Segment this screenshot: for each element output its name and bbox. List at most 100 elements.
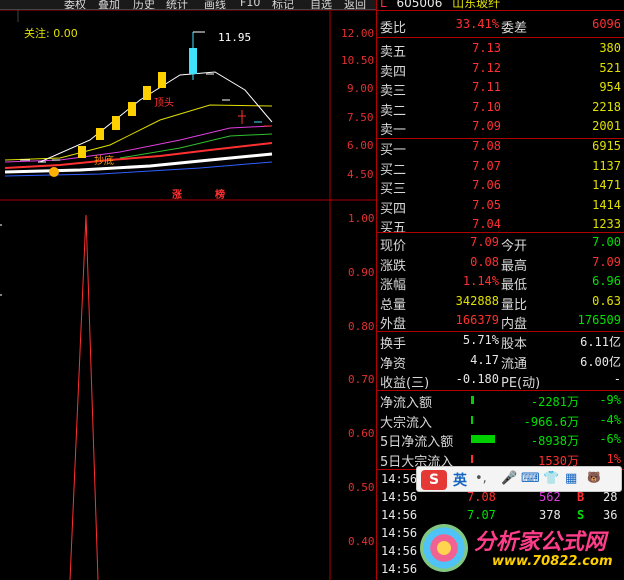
- y-label-top-5: 4.50: [347, 168, 374, 181]
- flow-label: 5日净流入额: [380, 435, 454, 450]
- menu-item-lishi[interactable]: 历史: [133, 0, 155, 9]
- skin-icon[interactable]: 👕: [543, 471, 559, 486]
- ma-line-blue: [4, 161, 273, 177]
- quote-row: 外盘 166379 内盘 176509: [377, 311, 624, 332]
- chart-area[interactable]: 关注: 0.00 11.95 12.00 10.50 9.00 7.50 6.0…: [0, 10, 376, 580]
- flow-amount: -8938万: [530, 434, 579, 448]
- menu-item-tongji[interactable]: 统计: [166, 0, 188, 9]
- quote-panel: L 605006 山东玻纤 委比 33.41% 委差 6096 卖五 7.13 38…: [376, 0, 624, 580]
- candle-7: [189, 48, 197, 74]
- keyboard-icon[interactable]: ⌨: [521, 471, 540, 486]
- stock-name: 山东玻纤: [452, 0, 501, 10]
- sell-volume: 2001: [592, 119, 621, 133]
- buy-volume: 1233: [592, 217, 621, 231]
- quote-label: 涨幅: [380, 278, 407, 293]
- avatar-icon[interactable]: 🐻: [587, 471, 601, 484]
- tag-dingtou: 顶头: [154, 98, 174, 109]
- buy-price: 7.08: [472, 139, 501, 153]
- quote-value: 0.08: [470, 254, 499, 269]
- menu-item-zixuan[interactable]: 自选: [310, 0, 332, 9]
- quote-label2: 量比: [501, 297, 528, 313]
- candle-1: [78, 146, 86, 158]
- finance-value: 4.17: [470, 352, 499, 367]
- buy-price: 7.05: [472, 197, 501, 212]
- flower-logo-icon: [420, 524, 468, 572]
- sell-price: 7.13: [472, 41, 501, 55]
- flow-percent: -9%: [599, 393, 621, 407]
- flow-row: 大宗流入 -966.6万 -4%: [377, 411, 624, 431]
- quote-value: 342888: [455, 293, 499, 308]
- ime-logo-icon[interactable]: S: [421, 470, 447, 490]
- tick-price: 7.07: [467, 508, 496, 522]
- ma-line-yellow: [4, 104, 273, 161]
- quote-value2: 176509: [577, 313, 621, 327]
- tick-count: 36: [603, 508, 618, 522]
- tag-bang: 榜: [215, 190, 225, 201]
- buy-row: 买一 7.08 6915: [377, 137, 624, 158]
- buy-volume: 1414: [592, 197, 621, 212]
- menu-item-f10[interactable]: F10: [240, 0, 260, 9]
- flow-amount: -966.6万: [523, 414, 579, 429]
- quote-row: 涨幅 1.14% 最低 6.96: [377, 272, 624, 293]
- flow-amount: -2281万: [530, 395, 579, 409]
- buy-row: 买二 7.07 1137: [377, 157, 624, 178]
- tag-zhang: 涨: [172, 190, 182, 201]
- punctuation-icon[interactable]: •,: [475, 471, 487, 486]
- menu-item-fanhui[interactable]: 返回: [344, 0, 366, 9]
- flow-bar: [471, 396, 474, 404]
- tick-volume: 378: [539, 508, 561, 522]
- grid-icon[interactable]: ▦: [565, 471, 577, 486]
- menu-item-huaxian[interactable]: 画线: [204, 0, 226, 9]
- quote-label: 总量: [380, 297, 407, 313]
- candle-3: [112, 116, 120, 130]
- finance-label: 换手: [380, 337, 407, 352]
- tick-volume: 562: [539, 490, 561, 504]
- tick-time: 14:56: [381, 562, 418, 576]
- ime-lang-toggle[interactable]: 英: [453, 470, 467, 490]
- sell-label: 卖二: [380, 103, 407, 119]
- y-label-top-3: 7.50: [347, 111, 374, 124]
- sell-row: 卖三 7.11 954: [377, 78, 624, 99]
- watermark-title: 分析家公式网: [474, 530, 607, 555]
- buy-price: 7.07: [472, 158, 501, 173]
- sell-label: 卖四: [380, 64, 407, 80]
- flow-bar: [471, 435, 495, 443]
- candle-6: [158, 72, 166, 88]
- buy-volume: 1137: [592, 158, 621, 173]
- quote-value2: 0.63: [592, 293, 621, 308]
- stock-code: 605006: [396, 0, 443, 10]
- quote-label2: 最高: [501, 258, 528, 274]
- quote-label2: 内盘: [501, 317, 528, 332]
- buy-price: 7.06: [472, 178, 501, 192]
- microphone-icon[interactable]: 🎤: [501, 471, 517, 486]
- ma-line-red: [4, 142, 273, 169]
- finance-label: 收益(三): [380, 376, 430, 391]
- buy-label: 买三: [380, 182, 407, 197]
- y-label-bottom-1: 0.90: [348, 266, 375, 279]
- sell-price: 7.09: [472, 119, 501, 133]
- tick-time: 14:56: [381, 490, 418, 504]
- ime-toolbar[interactable]: S 英 •, 🎤 ⌨ 👕 ▦ 🐻: [416, 466, 622, 492]
- tick-direction: S: [577, 508, 585, 522]
- sell-label: 卖一: [380, 123, 407, 138]
- menu-item-weiquan[interactable]: 委权: [64, 0, 86, 9]
- quote-row: 总量 342888 量比 0.63: [377, 292, 624, 313]
- quote-value: 166379: [455, 313, 499, 327]
- sell-label: 卖五: [380, 45, 407, 60]
- flow-percent: -4%: [599, 412, 621, 427]
- menu-item-diejia[interactable]: 叠加: [98, 0, 120, 9]
- toolbar-menu: 委权 叠加 历史 统计 画线 F10 标记 自选 返回: [0, 0, 376, 10]
- chart-canvas: [0, 10, 376, 580]
- buy-label: 买四: [380, 201, 407, 217]
- quote-label: 现价: [380, 239, 407, 254]
- flow-bar: [471, 454, 473, 463]
- sell-row: 卖二 7.10 2218: [377, 98, 624, 119]
- y-label-top-2: 9.00: [347, 82, 374, 95]
- tick-count: 28: [603, 490, 618, 504]
- menu-item-biaoji[interactable]: 标记: [272, 0, 294, 9]
- flow-row: 净流入额 -2281万 -9%: [377, 391, 624, 411]
- ma-line-white-thick: [4, 152, 273, 174]
- finance-value2: 6.00亿: [580, 354, 621, 369]
- quote-label: 外盘: [380, 317, 407, 332]
- flow-label: 大宗流入: [380, 415, 433, 431]
